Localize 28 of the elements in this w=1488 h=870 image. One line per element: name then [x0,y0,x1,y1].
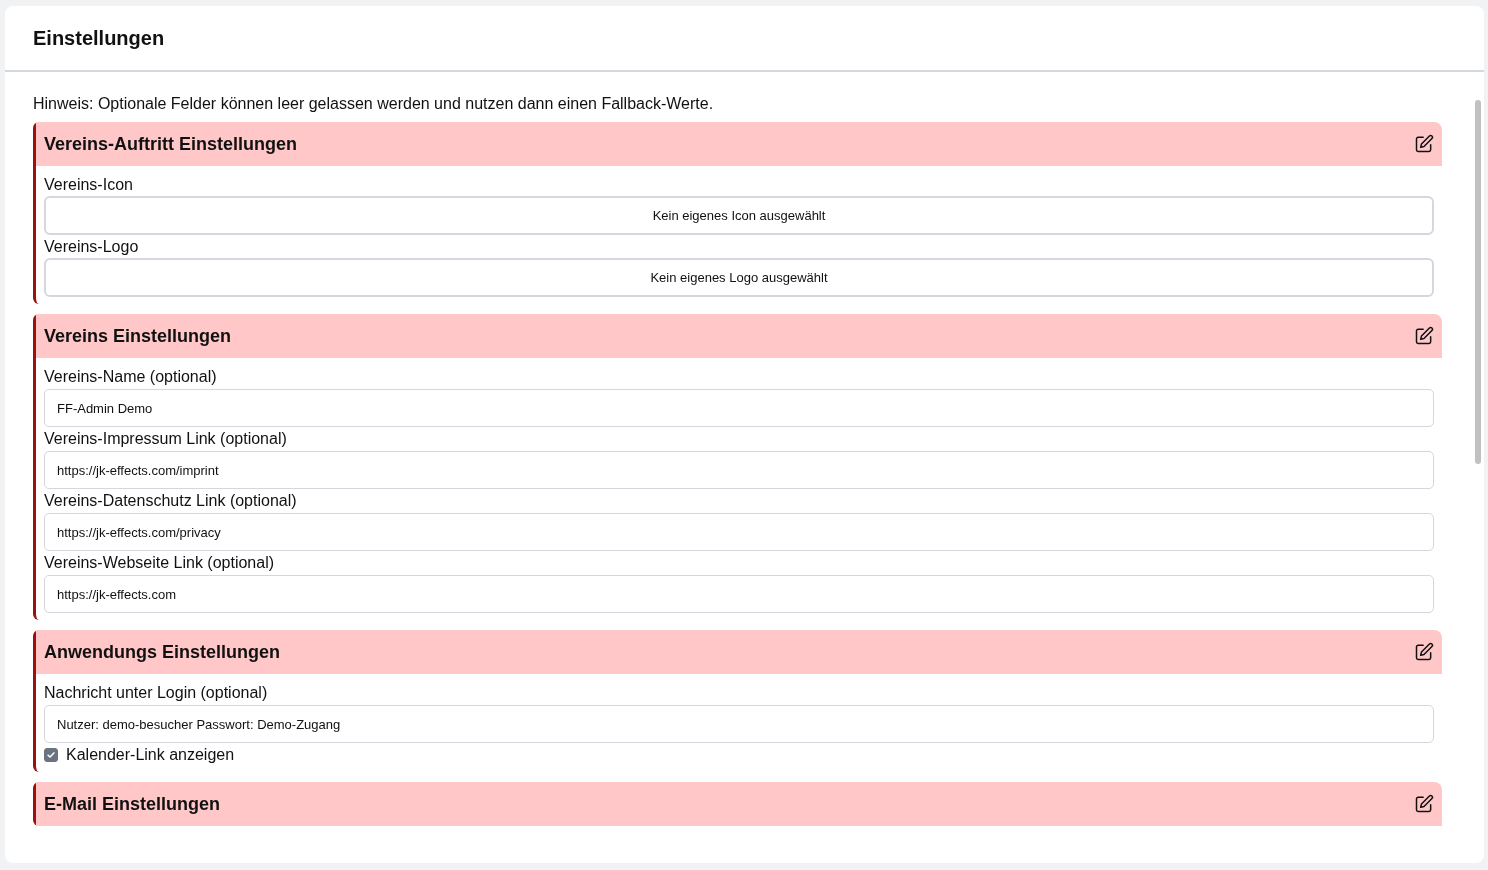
section-title: Vereins Einstellungen [44,325,232,347]
checkmark-icon [46,750,56,760]
checkbox-label: Kalender-Link anzeigen [66,745,235,765]
field-label: Vereins-Logo [44,237,140,257]
input-field[interactable]: FF-Admin Demo [44,389,1434,427]
input-field[interactable]: Nutzer: demo-besucher Passwort: Demo-Zugang [44,705,1434,743]
field-label: Nachricht unter Login (optional) [44,683,269,703]
checkbox[interactable] [44,748,58,762]
field-label: Vereins-Name (optional) [44,367,218,387]
hint-text: Hinweis: Optionale Felder können leer gelassen werden und nutzen dann einen Fallback-Werte. [33,94,715,114]
field-label: Vereins-Datenschutz Link (optional) [44,491,298,511]
section-title: Anwendungs Einstellungen [44,641,280,663]
field-label: Vereins-Icon [44,175,134,195]
page-title: Einstellungen [33,26,165,50]
scrollbar-thumb[interactable] [1475,100,1481,464]
edit-icon[interactable] [1414,642,1434,662]
file-picker-button[interactable]: Kein eigenes Logo ausgewählt [44,258,1434,297]
edit-icon[interactable] [1414,134,1434,154]
section-title: Vereins-Auftritt Einstellungen [44,133,298,155]
section-title: E-Mail Einstellungen [44,793,221,815]
edit-icon[interactable] [1414,326,1434,346]
input-field[interactable]: https://jk-effects.com/privacy [44,513,1434,551]
file-picker-button[interactable]: Kein eigenes Icon ausgewählt [44,196,1434,235]
input-field[interactable]: https://jk-effects.com/imprint [44,451,1434,489]
field-label: Vereins-Impressum Link (optional) [44,429,288,449]
input-field[interactable]: https://jk-effects.com [44,575,1434,613]
edit-icon[interactable] [1414,794,1434,814]
field-label: Vereins-Webseite Link (optional) [44,553,276,573]
